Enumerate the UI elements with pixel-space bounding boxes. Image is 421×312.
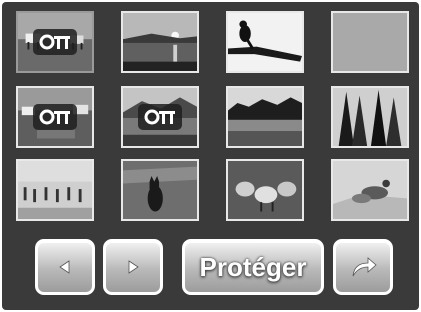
previous-button[interactable]	[35, 239, 95, 295]
sunset-lake-photo	[123, 13, 197, 71]
right-triangle-icon	[128, 260, 139, 274]
curved-forward-arrow-icon	[352, 257, 377, 277]
thumbnail-10[interactable]	[121, 159, 199, 221]
protected-badge	[33, 104, 77, 130]
flamingos-photo	[18, 161, 92, 219]
thumbnail-8[interactable]	[331, 86, 409, 148]
protect-button-label: Protéger	[199, 251, 307, 282]
playback-screen: Protéger	[2, 2, 419, 310]
forest-lake-photo	[228, 88, 302, 146]
protected-badge	[33, 29, 77, 55]
fox-photo	[123, 161, 197, 219]
thumbnail-6[interactable]	[121, 86, 199, 148]
share-button[interactable]	[333, 239, 393, 295]
sheep-photo	[228, 161, 302, 219]
thumbnail-4[interactable]	[331, 11, 409, 73]
thumbnail-1[interactable]	[16, 11, 94, 73]
thumbnail-7[interactable]	[226, 86, 304, 148]
key-icon	[39, 34, 70, 50]
thumbnail-11[interactable]	[226, 159, 304, 221]
protect-button[interactable]: Protéger	[182, 239, 324, 295]
next-button[interactable]	[103, 239, 163, 295]
ducks-photo	[333, 161, 407, 219]
thumbnail-12[interactable]	[331, 159, 409, 221]
monkey-photo	[228, 13, 302, 71]
key-icon	[39, 109, 70, 125]
thumbnail-2[interactable]	[121, 11, 199, 73]
thumbnail-9[interactable]	[16, 159, 94, 221]
pine-forest-photo	[333, 88, 407, 146]
blank-photo	[333, 13, 407, 71]
thumbnail-3[interactable]	[226, 11, 304, 73]
thumbnail-5[interactable]	[16, 86, 94, 148]
left-triangle-icon	[59, 260, 70, 274]
key-icon	[144, 109, 175, 125]
protected-badge	[138, 104, 182, 130]
